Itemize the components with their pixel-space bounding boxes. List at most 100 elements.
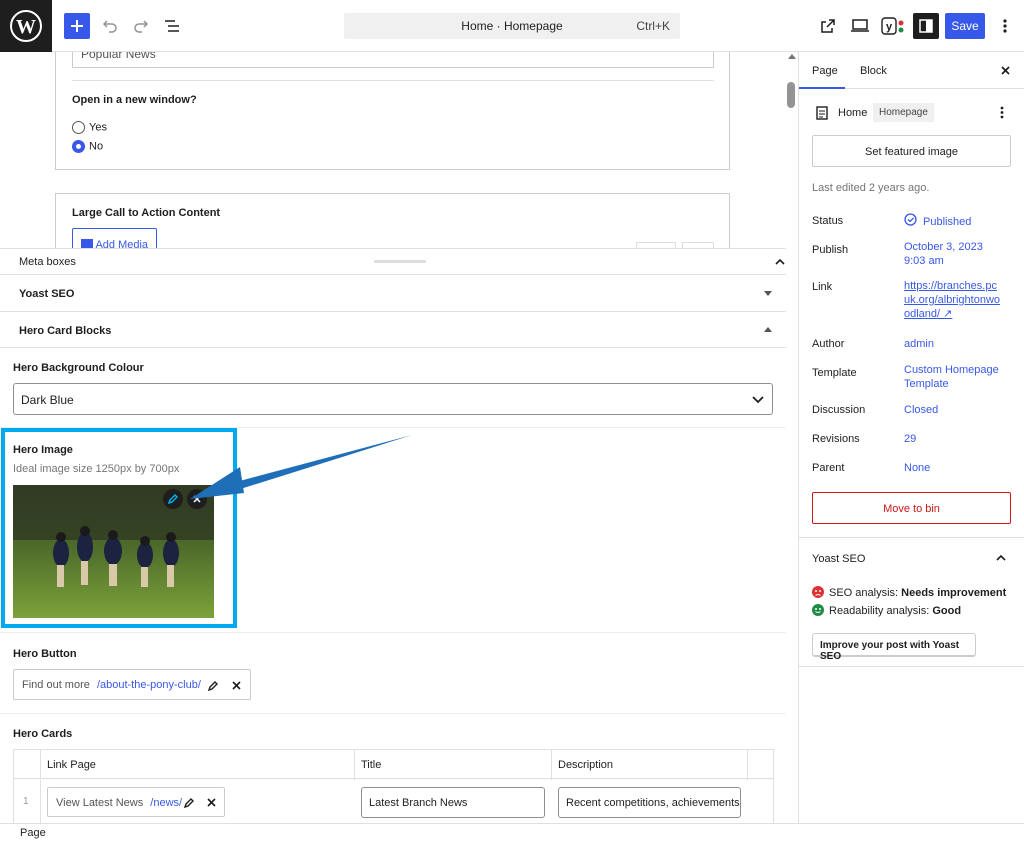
seo-analysis-text: SEO analysis: Needs improvement	[829, 587, 1006, 599]
radio-no-icon	[72, 140, 85, 153]
discussion-value-link[interactable]: Closed	[904, 403, 938, 417]
radio-yes-label: Yes	[89, 121, 107, 134]
popular-news-input[interactable]: Popular News	[72, 52, 714, 68]
more-vertical-icon[interactable]	[1000, 106, 1004, 119]
hero-button-field: Hero Button Find out more /about-the-pon…	[0, 633, 786, 714]
revisions-value-link[interactable]: 29	[904, 432, 916, 446]
radio-no-label: No	[89, 140, 104, 153]
yoast-seo-panel: Yoast SEO SEO analysis: Needs improvemen…	[799, 537, 1024, 667]
wordpress-icon: W	[10, 10, 42, 42]
chevron-down-icon	[752, 396, 764, 404]
radio-no-option[interactable]: No	[72, 140, 103, 153]
publish-date-link[interactable]: October 3, 2023 9:03 am	[904, 240, 999, 268]
add-block-button[interactable]	[64, 13, 90, 39]
improve-with-yoast-button[interactable]: Improve your post with Yoast SEO	[812, 633, 976, 662]
hero-button-text: Find out more	[22, 679, 90, 691]
move-to-bin-button[interactable]: Move to bin	[812, 492, 1011, 524]
command-palette-bar[interactable]: Home · Homepage Ctrl+K	[344, 13, 680, 39]
hero-background-colour-label: Hero Background Colour	[13, 362, 144, 374]
media-icon	[81, 239, 93, 248]
pencil-icon[interactable]	[208, 680, 219, 691]
table-header-link-page: Link Page	[47, 759, 96, 771]
wordpress-logo-button[interactable]: W	[0, 0, 52, 52]
readability-analysis-text: Readability analysis: Good	[829, 605, 961, 617]
caret-up-icon	[764, 327, 772, 332]
table-row: 1 View Latest News /news/ Latest Branch …	[14, 780, 773, 823]
add-media-button[interactable]: Add Media	[72, 228, 157, 248]
shortcut-hint: Ctrl+K	[636, 19, 670, 33]
document-title: Home · Homepage	[461, 19, 563, 33]
undo-button[interactable]	[100, 16, 120, 36]
hero-card-blocks-title: Hero Card Blocks	[19, 325, 112, 337]
link-label: Link	[812, 281, 833, 293]
row-index: 1	[23, 796, 29, 807]
radio-yes-icon	[72, 121, 85, 134]
sidebar-icon	[919, 19, 933, 33]
author-label: Author	[812, 338, 845, 350]
pencil-icon[interactable]	[184, 797, 195, 808]
view-page-button[interactable]	[818, 16, 838, 36]
svg-text:y: y	[886, 21, 893, 33]
svg-text:W: W	[16, 16, 36, 38]
chevron-up-icon[interactable]	[996, 554, 1006, 561]
caret-down-icon	[764, 291, 772, 296]
tab-block[interactable]: Block	[853, 52, 887, 89]
preview-device-button[interactable]	[850, 16, 870, 36]
breadcrumb-page[interactable]: Page	[20, 827, 46, 839]
status-label: Status	[812, 215, 844, 227]
yoast-seo-metabox-title: Yoast SEO	[19, 288, 75, 300]
settings-sidebar-toggle[interactable]	[913, 13, 939, 39]
chevron-up-icon	[775, 258, 785, 265]
hero-cards-label: Hero Cards	[13, 728, 73, 740]
last-edited-text: Last edited 2 years ago.	[812, 182, 930, 194]
status-value-link[interactable]: Published	[923, 215, 971, 229]
redo-button[interactable]	[131, 16, 151, 36]
tab-page[interactable]: Page	[799, 52, 845, 89]
open-new-window-label: Open in a new window?	[72, 94, 197, 106]
close-icon[interactable]	[207, 798, 216, 807]
seo-analysis-prefix: SEO analysis:	[829, 587, 902, 599]
hero-background-colour-select[interactable]: Dark Blue	[13, 383, 773, 415]
canvas-scrollbar-thumb[interactable]	[787, 82, 795, 108]
radio-yes-option[interactable]: Yes	[72, 121, 107, 134]
undo-icon	[102, 20, 117, 33]
meta-boxes-title: Meta boxes	[19, 256, 76, 268]
card-title-input[interactable]: Latest Branch News	[361, 787, 545, 818]
revisions-label: Revisions	[812, 433, 860, 445]
resize-handle[interactable]	[374, 260, 426, 263]
options-button[interactable]	[995, 16, 1015, 36]
link-page-control[interactable]: View Latest News /news/	[47, 787, 225, 817]
happy-face-icon	[812, 604, 824, 616]
meta-boxes-header[interactable]: Meta boxes	[0, 249, 786, 275]
yoast-seo-panel-title[interactable]: Yoast SEO	[812, 553, 865, 565]
hero-background-colour-value: Dark Blue	[21, 393, 74, 407]
editor-canvas: Popular News Open in a new window? Yes N…	[0, 52, 798, 248]
desktop-icon	[851, 19, 869, 32]
yoast-seo-metabox-header[interactable]: Yoast SEO	[0, 275, 786, 312]
hero-button-link-control[interactable]: Find out more /about-the-pony-club/	[13, 669, 251, 700]
document-overview-button[interactable]	[162, 16, 182, 36]
redo-icon	[134, 20, 149, 33]
hero-button-url-link[interactable]: /about-the-pony-club/	[97, 679, 201, 691]
settings-sidebar: Page Block Home Homepage Set featured im…	[798, 52, 1024, 823]
card-description-input[interactable]: Recent competitions, achievements	[558, 787, 741, 818]
yoast-toolbar-button[interactable]: y	[880, 15, 906, 37]
set-featured-image-button[interactable]: Set featured image	[812, 135, 1011, 167]
hero-button-label: Hero Button	[13, 648, 77, 660]
parent-value-link[interactable]: None	[904, 461, 930, 475]
save-button[interactable]: Save	[945, 13, 985, 39]
close-icon[interactable]	[1001, 66, 1010, 75]
close-icon[interactable]	[232, 681, 241, 690]
template-value-link[interactable]: Custom Homepage Template	[904, 363, 1004, 391]
add-media-label: Add Media	[95, 239, 149, 248]
acf-block-panel	[55, 52, 730, 170]
scroll-up-icon[interactable]	[788, 53, 796, 59]
discussion-label: Discussion	[812, 404, 866, 416]
author-value-link[interactable]: admin	[904, 337, 934, 351]
sad-face-icon	[812, 586, 824, 598]
hero-background-colour-field: Hero Background Colour Dark Blue	[0, 348, 786, 428]
document-badge: Homepage	[873, 103, 934, 122]
hero-card-blocks-header[interactable]: Hero Card Blocks	[0, 312, 786, 348]
link-page-url-link[interactable]: /news/	[150, 797, 182, 809]
permalink-link[interactable]: https://branches.pcuk.org/albrightonwood…	[904, 279, 1001, 321]
